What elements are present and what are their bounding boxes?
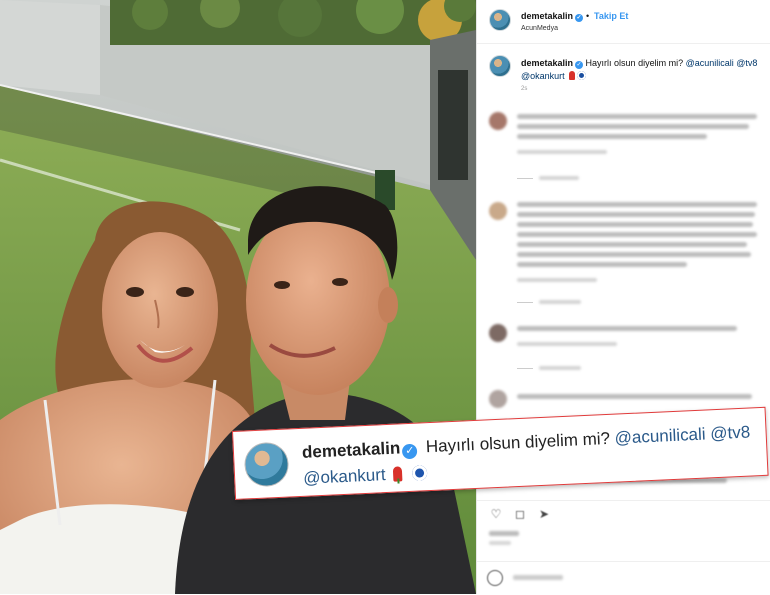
view-replies-link[interactable] bbox=[539, 300, 581, 304]
rose-emoji-icon bbox=[569, 71, 576, 80]
verified-icon: ✓ bbox=[575, 14, 584, 22]
author-avatar[interactable] bbox=[489, 9, 511, 31]
view-replies-link[interactable] bbox=[539, 176, 579, 180]
callout-mention-tv8: @tv8 bbox=[709, 422, 751, 444]
add-comment-bar bbox=[477, 561, 770, 595]
comment-text bbox=[517, 262, 687, 267]
share-icon[interactable]: ➤ bbox=[537, 507, 551, 521]
mention-acunilicali[interactable]: @acunilicali bbox=[686, 58, 734, 68]
verified-icon: ✓ bbox=[575, 61, 584, 69]
comment-text bbox=[517, 242, 747, 247]
view-replies-link[interactable] bbox=[539, 366, 581, 370]
mention-tv8[interactable]: @tv8 bbox=[736, 58, 757, 68]
heart-icon[interactable]: ♡ bbox=[489, 507, 503, 521]
replies-divider bbox=[517, 178, 533, 179]
comment-text bbox=[517, 124, 749, 129]
post-actions: ♡ ◻ ➤ bbox=[477, 500, 770, 594]
post-sidebar: demetakalin ✓ • Takip Et AcunMedya demeta… bbox=[476, 0, 770, 594]
list-item bbox=[477, 108, 770, 180]
caption-avatar[interactable] bbox=[489, 55, 511, 77]
comment-meta bbox=[517, 278, 597, 282]
comment-text bbox=[517, 212, 755, 217]
likes-count[interactable] bbox=[489, 531, 519, 536]
replies-divider bbox=[517, 302, 533, 303]
caption-text: demetakalin ✓ Hayırlı olsun diyelim mi? @… bbox=[521, 57, 761, 83]
list-item bbox=[477, 198, 770, 308]
comment-text bbox=[517, 202, 757, 207]
emoji-icon[interactable] bbox=[487, 570, 503, 586]
author-username[interactable]: demetakalin ✓ bbox=[521, 11, 584, 22]
replies-divider bbox=[517, 368, 533, 369]
comment-text bbox=[517, 232, 757, 237]
post-location[interactable]: AcunMedya bbox=[521, 25, 558, 32]
post-photo bbox=[0, 0, 476, 594]
callout-username: demetakalin bbox=[301, 438, 401, 462]
post-header: demetakalin ✓ • Takip Et AcunMedya bbox=[477, 0, 770, 44]
comment-text bbox=[517, 222, 753, 227]
caption-body: Hayırlı olsun diyelim mi? bbox=[585, 58, 684, 68]
follow-button[interactable]: Takip Et bbox=[594, 11, 628, 21]
callout-line-2: @okankurt bbox=[303, 463, 428, 489]
verified-icon: ✓ bbox=[402, 443, 418, 460]
comment-text bbox=[517, 394, 752, 399]
evil-eye-emoji-icon bbox=[412, 465, 428, 481]
evil-eye-emoji-icon bbox=[577, 71, 587, 80]
mention-okankurt[interactable]: @okankurt bbox=[521, 71, 565, 81]
post-date bbox=[489, 541, 511, 545]
comment-avatar[interactable] bbox=[489, 390, 507, 408]
list-item bbox=[477, 320, 770, 370]
callout-mention-okankurt: @okankurt bbox=[302, 465, 387, 488]
callout-text: Hayırlı olsun diyelim mi? bbox=[425, 428, 611, 457]
add-comment-input[interactable] bbox=[513, 575, 563, 580]
comment-avatar[interactable] bbox=[489, 324, 507, 342]
caption-timestamp: 2s bbox=[521, 86, 528, 92]
comment-meta bbox=[517, 150, 607, 154]
comment-text bbox=[517, 252, 751, 257]
callout-avatar bbox=[243, 441, 290, 488]
comment-text bbox=[517, 114, 757, 119]
comment-avatar[interactable] bbox=[489, 112, 507, 130]
rose-emoji-icon bbox=[393, 466, 403, 482]
callout-line-1: demetakalin ✓ Hayırlı olsun diyelim mi? @… bbox=[302, 423, 751, 464]
comment-meta bbox=[517, 342, 617, 346]
comment-text bbox=[517, 134, 707, 139]
header-separator: • bbox=[586, 11, 590, 21]
comment-icon[interactable]: ◻ bbox=[513, 507, 527, 521]
comment-text bbox=[517, 326, 737, 331]
author-username-text[interactable]: demetakalin bbox=[521, 11, 573, 21]
selfie-photo bbox=[0, 0, 476, 594]
comment-avatar[interactable] bbox=[489, 202, 507, 220]
callout-mention-acunilicali: @acunilicali bbox=[614, 424, 706, 448]
caption-username[interactable]: demetakalin bbox=[521, 58, 573, 68]
